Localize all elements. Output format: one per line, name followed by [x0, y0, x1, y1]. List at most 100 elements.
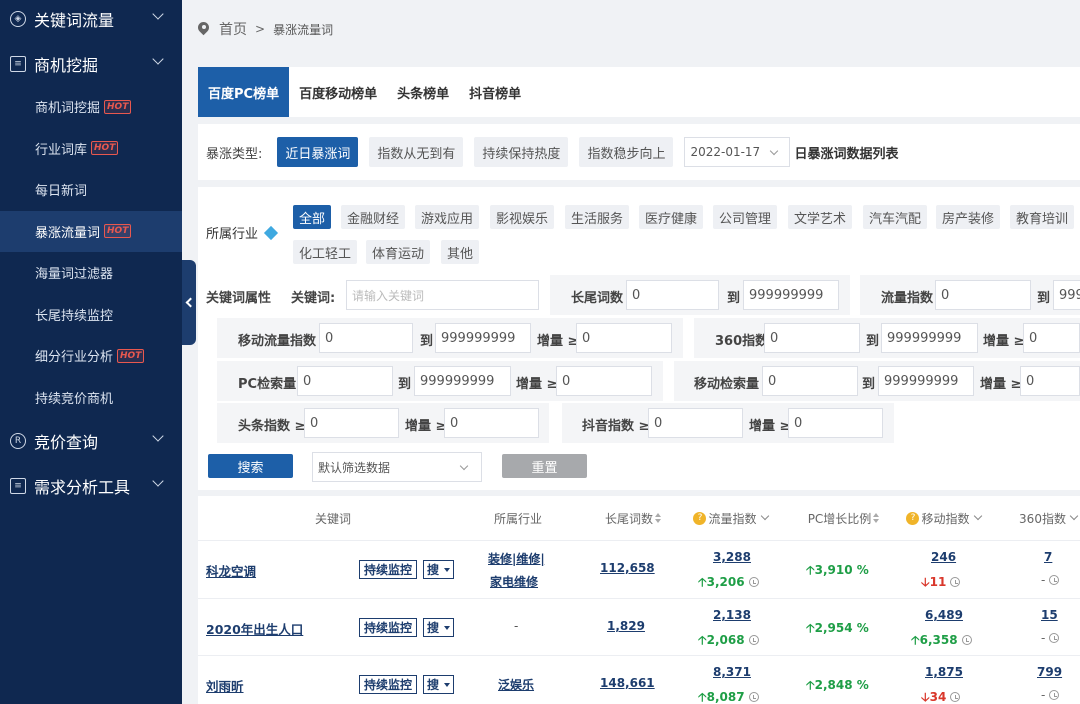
longtail-count-link[interactable]: 148,661 [600, 676, 655, 690]
sidebar-group-business-mining[interactable]: ≡ 商机挖掘 [0, 41, 182, 86]
industry-link[interactable]: 装修|维修| [488, 550, 545, 567]
col-header-flow[interactable]: ? 流量指数 [688, 496, 773, 540]
sidebar-group-bid-query[interactable]: R 竞价查询 [0, 418, 182, 463]
tab-toutiao[interactable]: 头条榜单 [387, 67, 459, 117]
mobile-flow-min-input[interactable]: 0 [319, 323, 413, 353]
industry-chip-medical[interactable]: 医疗健康 [639, 205, 704, 229]
sidebar-item-segment-analysis[interactable]: 细分行业分析 HOT [0, 335, 182, 377]
industry-chip-entertainment[interactable]: 影视娱乐 [490, 205, 555, 229]
industry-chip-sports[interactable]: 体育运动 [366, 240, 431, 264]
sidebar-group-demand-analysis[interactable]: ≡ 需求分析工具 [0, 463, 182, 508]
clock-icon[interactable] [748, 577, 759, 587]
idx360-max-input[interactable]: 999999999 [881, 323, 978, 353]
industry-chip-chemical[interactable]: 化工轻工 [293, 240, 358, 264]
search-button[interactable]: 搜索 [208, 454, 293, 478]
industry-link[interactable]: 泛娱乐 [498, 676, 534, 693]
mobile-search-min-input[interactable]: 0 [762, 366, 858, 396]
clock-icon[interactable] [748, 635, 759, 645]
search-engine-dropdown[interactable]: 搜 [423, 560, 455, 579]
reset-button[interactable]: 重置 [502, 454, 587, 478]
longtail-max-input[interactable]: 999999999 [743, 280, 839, 310]
mobile-flow-max-input[interactable]: 999999999 [435, 323, 531, 353]
clock-icon[interactable] [1049, 575, 1060, 585]
idx360-increment-input[interactable]: 0 [1023, 323, 1080, 353]
date-picker[interactable]: 2022-01-17 [684, 137, 791, 167]
keyword-link[interactable]: 科龙空调 [206, 561, 256, 580]
clock-icon[interactable] [1049, 690, 1060, 700]
pc-search-max-input[interactable]: 999999999 [414, 366, 511, 396]
search-engine-dropdown[interactable]: 搜 [423, 675, 455, 694]
mobile-search-increment-input[interactable]: 0 [1020, 366, 1080, 396]
keyword-link[interactable]: 刘雨昕 [206, 676, 244, 695]
sidebar-item-opportunity-words[interactable]: 商机词挖掘 HOT [0, 86, 182, 128]
tab-douyin[interactable]: 抖音榜单 [459, 67, 531, 117]
surge-type-recent[interactable]: 近日暴涨词 [277, 137, 359, 167]
mobile-value-link[interactable]: 246 [931, 550, 956, 564]
industry-chip-real-estate[interactable]: 房产装修 [936, 205, 1001, 229]
monitor-button[interactable]: 持续监控 [359, 560, 418, 579]
longtail-count-link[interactable]: 1,829 [607, 619, 645, 633]
industry-chip-finance[interactable]: 金融财经 [341, 205, 406, 229]
industry-link[interactable]: 家电维修 [490, 573, 538, 590]
surge-type-from-zero[interactable]: 指数从无到有 [369, 137, 464, 167]
mobile-value-link[interactable]: 6,489 [925, 608, 963, 622]
douyin-min-input[interactable]: 0 [648, 408, 743, 438]
col-header-360[interactable]: 360指数 [1016, 496, 1080, 540]
flow-value-link[interactable]: 8,371 [713, 665, 751, 679]
industry-chip-games[interactable]: 游戏应用 [415, 205, 480, 229]
clock-icon[interactable] [961, 635, 972, 645]
idx360-min-input[interactable]: 0 [764, 323, 860, 353]
toutiao-min-input[interactable]: 0 [304, 408, 399, 438]
sidebar-item-word-filter[interactable]: 海量词过滤器 [0, 252, 182, 294]
col-header-mobile[interactable]: ? 移动指数 [901, 496, 986, 540]
flow-min-input[interactable]: 0 [935, 280, 1031, 310]
sidebar-item-industry-lexicon[interactable]: 行业词库 HOT [0, 128, 182, 170]
flow-value-link[interactable]: 3,288 [713, 550, 751, 564]
tab-baidu-mobile[interactable]: 百度移动榜单 [289, 67, 387, 117]
surge-type-steady-rise[interactable]: 指数稳步向上 [579, 137, 674, 167]
industry-chip-all[interactable]: 全部 [293, 205, 332, 229]
pc-search-min-input[interactable]: 0 [297, 366, 393, 396]
industry-chip-education[interactable]: 教育培训 [1010, 205, 1075, 229]
col-header-longtail[interactable]: 长尾词数 [598, 496, 668, 540]
industry-chip-auto[interactable]: 汽车汽配 [863, 205, 928, 229]
keyword-input[interactable]: 请输入关键词 [346, 280, 539, 310]
idx360-value-link[interactable]: 799 [1037, 665, 1062, 679]
breadcrumb-home[interactable]: 首页 [219, 19, 247, 39]
keyword-link[interactable]: 2020年出生人口 [206, 619, 303, 638]
longtail-count-link[interactable]: 112,658 [600, 561, 655, 575]
idx360-value-link[interactable]: 7 [1044, 550, 1052, 564]
mobile-search-max-input[interactable]: 999999999 [878, 366, 974, 396]
pc-search-increment-input[interactable]: 0 [556, 366, 652, 396]
industry-chip-arts[interactable]: 文学艺术 [788, 205, 853, 229]
search-engine-dropdown[interactable]: 搜 [423, 618, 455, 637]
longtail-min-input[interactable]: 0 [626, 280, 719, 310]
sidebar-item-bidding-opportunity[interactable]: 持续竞价商机 [0, 377, 182, 419]
sidebar-item-daily-new-words[interactable]: 每日新词 [0, 169, 182, 211]
industry-chip-life-services[interactable]: 生活服务 [565, 205, 630, 229]
sidebar-item-longtail-monitor[interactable]: 长尾持续监控 [0, 294, 182, 336]
douyin-increment-input[interactable]: 0 [788, 408, 883, 438]
idx360-value-link[interactable]: 15 [1041, 608, 1058, 622]
industry-chip-management[interactable]: 公司管理 [713, 205, 778, 229]
toutiao-increment-input[interactable]: 0 [444, 408, 539, 438]
monitor-button[interactable]: 持续监控 [359, 675, 418, 694]
sidebar-collapse-button[interactable] [182, 260, 196, 345]
clock-icon[interactable] [748, 692, 759, 702]
sidebar-item-surge-words[interactable]: 暴涨流量词 HOT [0, 210, 182, 252]
monitor-button[interactable]: 持续监控 [359, 618, 418, 637]
industry-chip-other[interactable]: 其他 [441, 240, 480, 264]
preset-select[interactable]: 默认筛选数据 [312, 452, 482, 482]
clock-icon[interactable] [950, 692, 961, 702]
tab-baidu-pc[interactable]: 百度PC榜单 [198, 67, 290, 117]
mobile-value-link[interactable]: 1,875 [925, 665, 963, 679]
flow-value-link[interactable]: 2,138 [713, 608, 751, 622]
flow-max-input[interactable]: 999 [1053, 280, 1080, 310]
clock-icon[interactable] [950, 577, 961, 587]
col-header-pc-growth[interactable]: PC增长比例 [801, 496, 886, 540]
mobile-flow-increment-input[interactable]: 0 [576, 323, 672, 353]
sidebar-group-keyword-traffic[interactable]: ◈ 关键词流量 [0, 0, 182, 41]
surge-type-sustained[interactable]: 持续保持热度 [474, 137, 569, 167]
help-icon: ? [693, 511, 707, 525]
clock-icon[interactable] [1049, 633, 1060, 643]
